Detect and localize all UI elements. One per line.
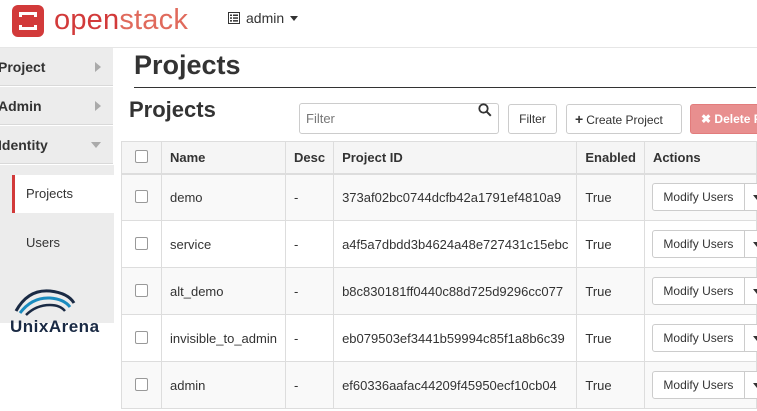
filter-input[interactable] xyxy=(299,103,499,134)
row-select-cell xyxy=(121,361,162,409)
select-all-cell xyxy=(121,141,162,175)
project-id: 373af02bc0744dcfb42a1791ef4810a9 xyxy=(333,173,578,221)
row-actions: Modify Users xyxy=(643,361,757,409)
delete-projects-button[interactable]: ✖ Delete P xyxy=(690,104,757,134)
row-select-cell xyxy=(121,314,162,362)
close-icon: ✖ xyxy=(701,112,712,126)
actions-dropdown-toggle[interactable] xyxy=(743,371,757,399)
actions-dropdown-toggle[interactable] xyxy=(743,277,757,305)
project-selector-label: admin xyxy=(246,10,285,26)
brand-part-stack: stack xyxy=(119,4,189,36)
actions-dropdown-toggle[interactable] xyxy=(743,183,757,212)
table-row: service - a4f5a7dbdd3b4624a48e727431c15e… xyxy=(121,220,757,268)
sidebar-item-users[interactable]: Users xyxy=(12,224,114,262)
modify-users-button[interactable]: Modify Users xyxy=(651,371,745,399)
filter-button[interactable]: Filter xyxy=(508,104,557,134)
row-actions: Modify Users xyxy=(643,314,757,362)
unixarena-logo-icon xyxy=(14,289,76,316)
project-id: b8c830181ff0440c88d725d9296cc077 xyxy=(333,267,578,315)
plus-icon: + xyxy=(575,111,584,127)
column-header-project-id[interactable]: Project ID xyxy=(333,141,578,175)
page-title: Projects xyxy=(134,50,241,80)
top-navbar: openstack admin xyxy=(0,0,757,48)
row-checkbox[interactable] xyxy=(135,377,148,391)
list-icon xyxy=(228,12,240,24)
project-enabled: True xyxy=(576,361,645,409)
project-desc: - xyxy=(284,361,335,409)
row-select-cell xyxy=(121,220,162,268)
caret-down-icon xyxy=(752,195,757,201)
sidebar-section-project[interactable]: Project xyxy=(0,48,113,86)
table-row: demo - 373af02bc0744dcfb42a1791ef4810a9 … xyxy=(121,173,757,221)
projects-table: Name Desc Project ID Enabled Actions dem… xyxy=(121,141,757,409)
watermark-text: UnixArena xyxy=(10,317,100,336)
table-row: invisible_to_admin - eb079503ef3441b5999… xyxy=(121,314,757,362)
project-selector[interactable]: admin xyxy=(228,10,299,26)
openstack-logo-icon[interactable] xyxy=(10,3,46,39)
row-select-cell xyxy=(121,267,162,315)
modify-users-button[interactable]: Modify Users xyxy=(651,230,745,258)
project-name: service xyxy=(161,220,286,268)
project-name: admin xyxy=(161,361,286,409)
project-id: eb079503ef3441b59994c85f1a8b6c39 xyxy=(333,314,578,362)
row-checkbox[interactable] xyxy=(135,189,148,203)
project-desc: - xyxy=(284,314,335,362)
chevron-right-icon xyxy=(95,62,101,72)
row-select-cell xyxy=(121,173,162,221)
sidebar-item-projects[interactable]: Projects xyxy=(12,175,114,213)
caret-down-icon xyxy=(752,383,757,388)
project-desc: - xyxy=(284,267,335,315)
project-desc: - xyxy=(284,173,335,221)
sidebar-section-label: Project xyxy=(0,59,46,75)
project-id: a4f5a7dbdd3b4624a48e727431c15ebc xyxy=(333,220,578,268)
brand-part-open: open xyxy=(54,4,120,36)
sidebar-section-identity[interactable]: Identity xyxy=(0,126,113,164)
create-project-label: Create Project xyxy=(586,113,663,127)
sidebar-section-admin[interactable]: Admin xyxy=(0,87,113,125)
table-header-row: Name Desc Project ID Enabled Actions xyxy=(121,141,757,175)
project-enabled: True xyxy=(576,314,645,362)
unixarena-watermark: UnixArena xyxy=(10,283,102,343)
actions-dropdown-toggle[interactable] xyxy=(743,324,757,352)
delete-projects-label: Delete P xyxy=(714,112,757,126)
modify-users-button[interactable]: Modify Users xyxy=(651,277,745,305)
sidebar-section-label: Admin xyxy=(0,98,42,114)
search-icon[interactable] xyxy=(478,103,492,117)
caret-down-icon xyxy=(752,242,757,247)
project-enabled: True xyxy=(576,220,645,268)
row-actions: Modify Users xyxy=(643,220,757,268)
project-id: ef60336aafac44209f45950ecf10cb04 xyxy=(333,361,578,409)
actions-dropdown-toggle[interactable] xyxy=(743,230,757,258)
row-checkbox[interactable] xyxy=(135,283,148,297)
brand-wordmark[interactable]: openstack xyxy=(54,4,188,36)
row-checkbox[interactable] xyxy=(135,330,148,344)
project-name: invisible_to_admin xyxy=(161,314,286,362)
select-all-checkbox[interactable] xyxy=(135,149,148,163)
column-header-desc[interactable]: Desc xyxy=(284,141,335,175)
chevron-right-icon xyxy=(95,101,101,111)
column-header-actions: Actions xyxy=(643,141,757,175)
modify-users-button[interactable]: Modify Users xyxy=(651,183,745,212)
row-actions: Modify Users xyxy=(643,267,757,315)
sidebar-section-label: Identity xyxy=(0,137,48,153)
caret-down-icon xyxy=(752,336,757,341)
row-checkbox[interactable] xyxy=(135,236,148,250)
project-name: alt_demo xyxy=(161,267,286,315)
chevron-down-icon xyxy=(91,142,101,148)
column-header-enabled[interactable]: Enabled xyxy=(576,141,645,175)
project-enabled: True xyxy=(576,173,645,221)
project-enabled: True xyxy=(576,267,645,315)
table-row: admin - ef60336aafac44209f45950ecf10cb04… xyxy=(121,361,757,409)
caret-down-icon xyxy=(752,289,757,294)
modify-users-button[interactable]: Modify Users xyxy=(651,324,745,352)
column-header-name[interactable]: Name xyxy=(161,141,286,175)
row-actions: Modify Users xyxy=(643,173,757,221)
create-project-button[interactable]: + Create Project xyxy=(566,104,682,134)
table-title: Projects xyxy=(129,97,216,122)
page-header: Projects xyxy=(134,50,756,88)
caret-down-icon xyxy=(290,15,299,21)
project-desc: - xyxy=(284,220,335,268)
project-name: demo xyxy=(161,173,286,221)
table-row: alt_demo - b8c830181ff0440c88d725d9296cc… xyxy=(121,267,757,315)
